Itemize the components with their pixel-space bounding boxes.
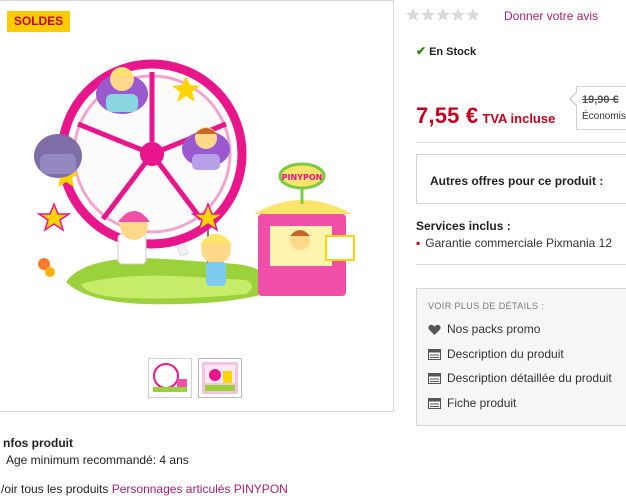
old-price-tooltip	[576, 86, 626, 130]
old-price: 19,90 €	[582, 94, 619, 106]
list-icon	[428, 349, 441, 361]
tooltip-arrow-inner	[571, 93, 577, 105]
product-image[interactable]: PINYPON	[26, 54, 366, 316]
svg-text:PINYPON: PINYPON	[282, 173, 323, 182]
stock-status: ✔ En Stock	[416, 44, 476, 58]
thumbnail-1[interactable]	[148, 358, 192, 398]
divider	[416, 142, 626, 143]
details-item-label: Description du produit	[447, 347, 564, 361]
price-row: 7,55 € TVA incluse	[416, 103, 555, 129]
saving-label: Économis	[582, 111, 626, 122]
other-offers-label: Autres offres pour ce produit :	[430, 174, 604, 188]
list-icon	[428, 373, 441, 385]
check-icon: ✔	[416, 44, 427, 58]
details-item-detailed-description[interactable]: Description détaillée du produit	[428, 371, 612, 385]
thumbnail-2[interactable]	[198, 358, 242, 398]
see-all-prefix: /oir tous les produits	[1, 482, 109, 496]
divider	[416, 264, 626, 265]
details-item-packs[interactable]: Nos packs promo	[428, 322, 540, 336]
tax-label: TVA incluse	[482, 111, 556, 126]
heart-icon	[428, 324, 441, 335]
give-review-link[interactable]: Donner votre avis	[504, 9, 598, 23]
services-item[interactable]: ▪ Garantie commerciale Pixmania 12	[416, 236, 612, 250]
details-item-product-sheet[interactable]: Fiche produit	[428, 396, 516, 410]
stock-label: En Stock	[429, 46, 477, 58]
current-price: 7,55 €	[416, 103, 479, 128]
list-icon	[428, 398, 441, 410]
age-recommendation: Age minimum recommandé: 4 ans	[6, 453, 189, 467]
see-all-products: /oir tous les produits Personnages artic…	[1, 482, 288, 496]
details-title: VOIR PLUS DE DÉTAILS :	[428, 301, 545, 311]
rating-stars-icon	[406, 8, 480, 21]
product-info-title: nfos produit	[3, 436, 73, 450]
bullet-icon: ▪	[416, 236, 421, 250]
details-item-description[interactable]: Description du produit	[428, 347, 564, 361]
services-item-label: Garantie commerciale Pixmania 12	[425, 236, 613, 250]
services-title: Services inclus :	[416, 219, 511, 233]
details-item-label: Description détaillée du produit	[447, 371, 612, 385]
details-item-label: Nos packs promo	[447, 322, 541, 336]
sale-badge: SOLDES	[7, 11, 70, 32]
category-link[interactable]: Personnages articulés PINYPON	[112, 482, 288, 496]
details-item-label: Fiche produit	[447, 396, 517, 410]
